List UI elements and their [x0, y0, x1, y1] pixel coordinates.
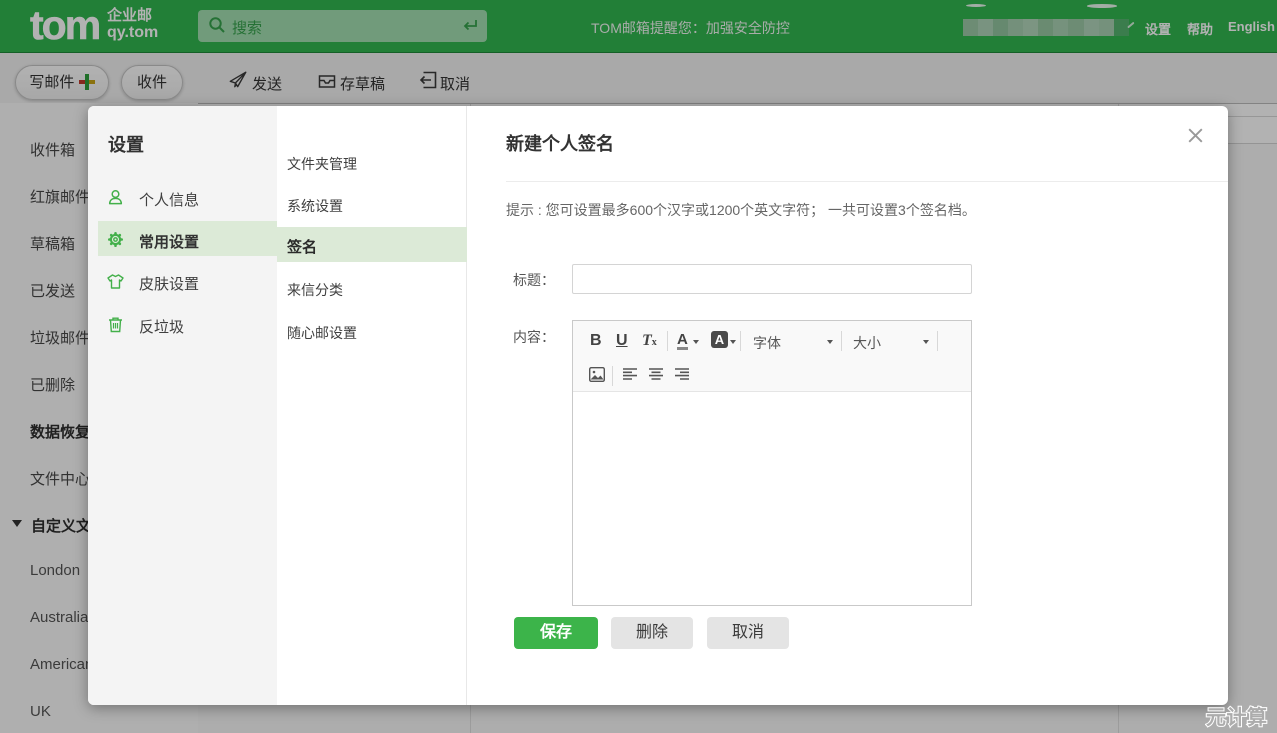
svg-text:元计算: 元计算 [1206, 705, 1268, 729]
